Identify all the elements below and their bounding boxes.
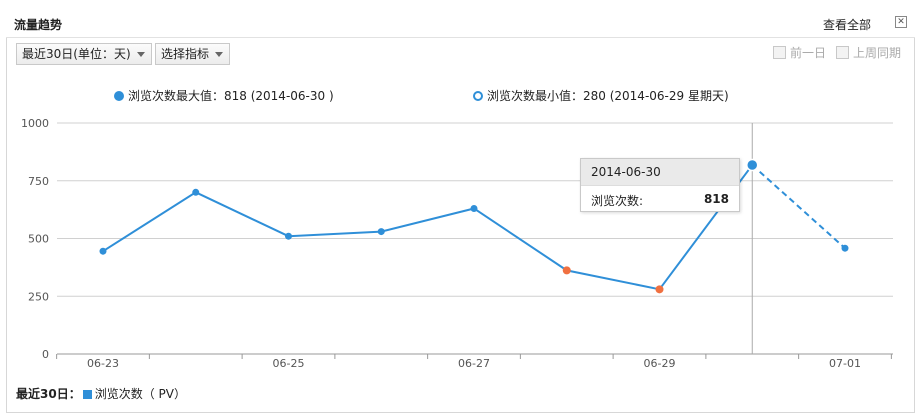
series-swatch-icon — [82, 390, 92, 399]
x-tick-label: 07-01 — [829, 357, 861, 370]
x-tick-label: 06-29 — [644, 357, 676, 370]
data-point — [285, 232, 292, 240]
tooltip-date: 2014-06-30 — [581, 159, 739, 186]
x-tick-label: 06-27 — [458, 357, 490, 370]
trend-chart: 0 250 500 750 1000 06-23 06-25 06-27 06-29 07-01 — [21, 117, 893, 370]
chart-tooltip: 2014-06-30 浏览次数: 818 — [580, 158, 740, 212]
data-point — [377, 228, 385, 236]
y-tick-label: 250 — [28, 290, 49, 303]
x-tick-label: 06-23 — [87, 357, 119, 370]
series-line-dashed — [751, 164, 846, 249]
data-point — [841, 244, 849, 252]
tooltip-value: 818 — [703, 192, 729, 206]
footer-prefix: 最近30日： — [16, 387, 81, 401]
y-tick-label: 750 — [28, 175, 49, 188]
data-point — [99, 247, 107, 255]
data-point — [655, 285, 664, 294]
y-tick-label: 0 — [42, 348, 49, 361]
data-point — [562, 266, 571, 275]
tooltip-row: 浏览次数: 818 — [581, 186, 739, 212]
x-tick-label: 06-25 — [273, 357, 305, 370]
y-tick-label: 500 — [28, 233, 49, 246]
tooltip-label: 浏览次数: — [591, 194, 644, 208]
y-tick-label: 1000 — [21, 117, 49, 130]
data-point — [192, 188, 200, 196]
data-point — [470, 204, 478, 212]
footer-series-label: 浏览次数（ PV） — [94, 387, 186, 401]
footer-legend: 最近30日： 浏览次数（ PV） — [16, 385, 186, 402]
data-point — [746, 158, 759, 172]
